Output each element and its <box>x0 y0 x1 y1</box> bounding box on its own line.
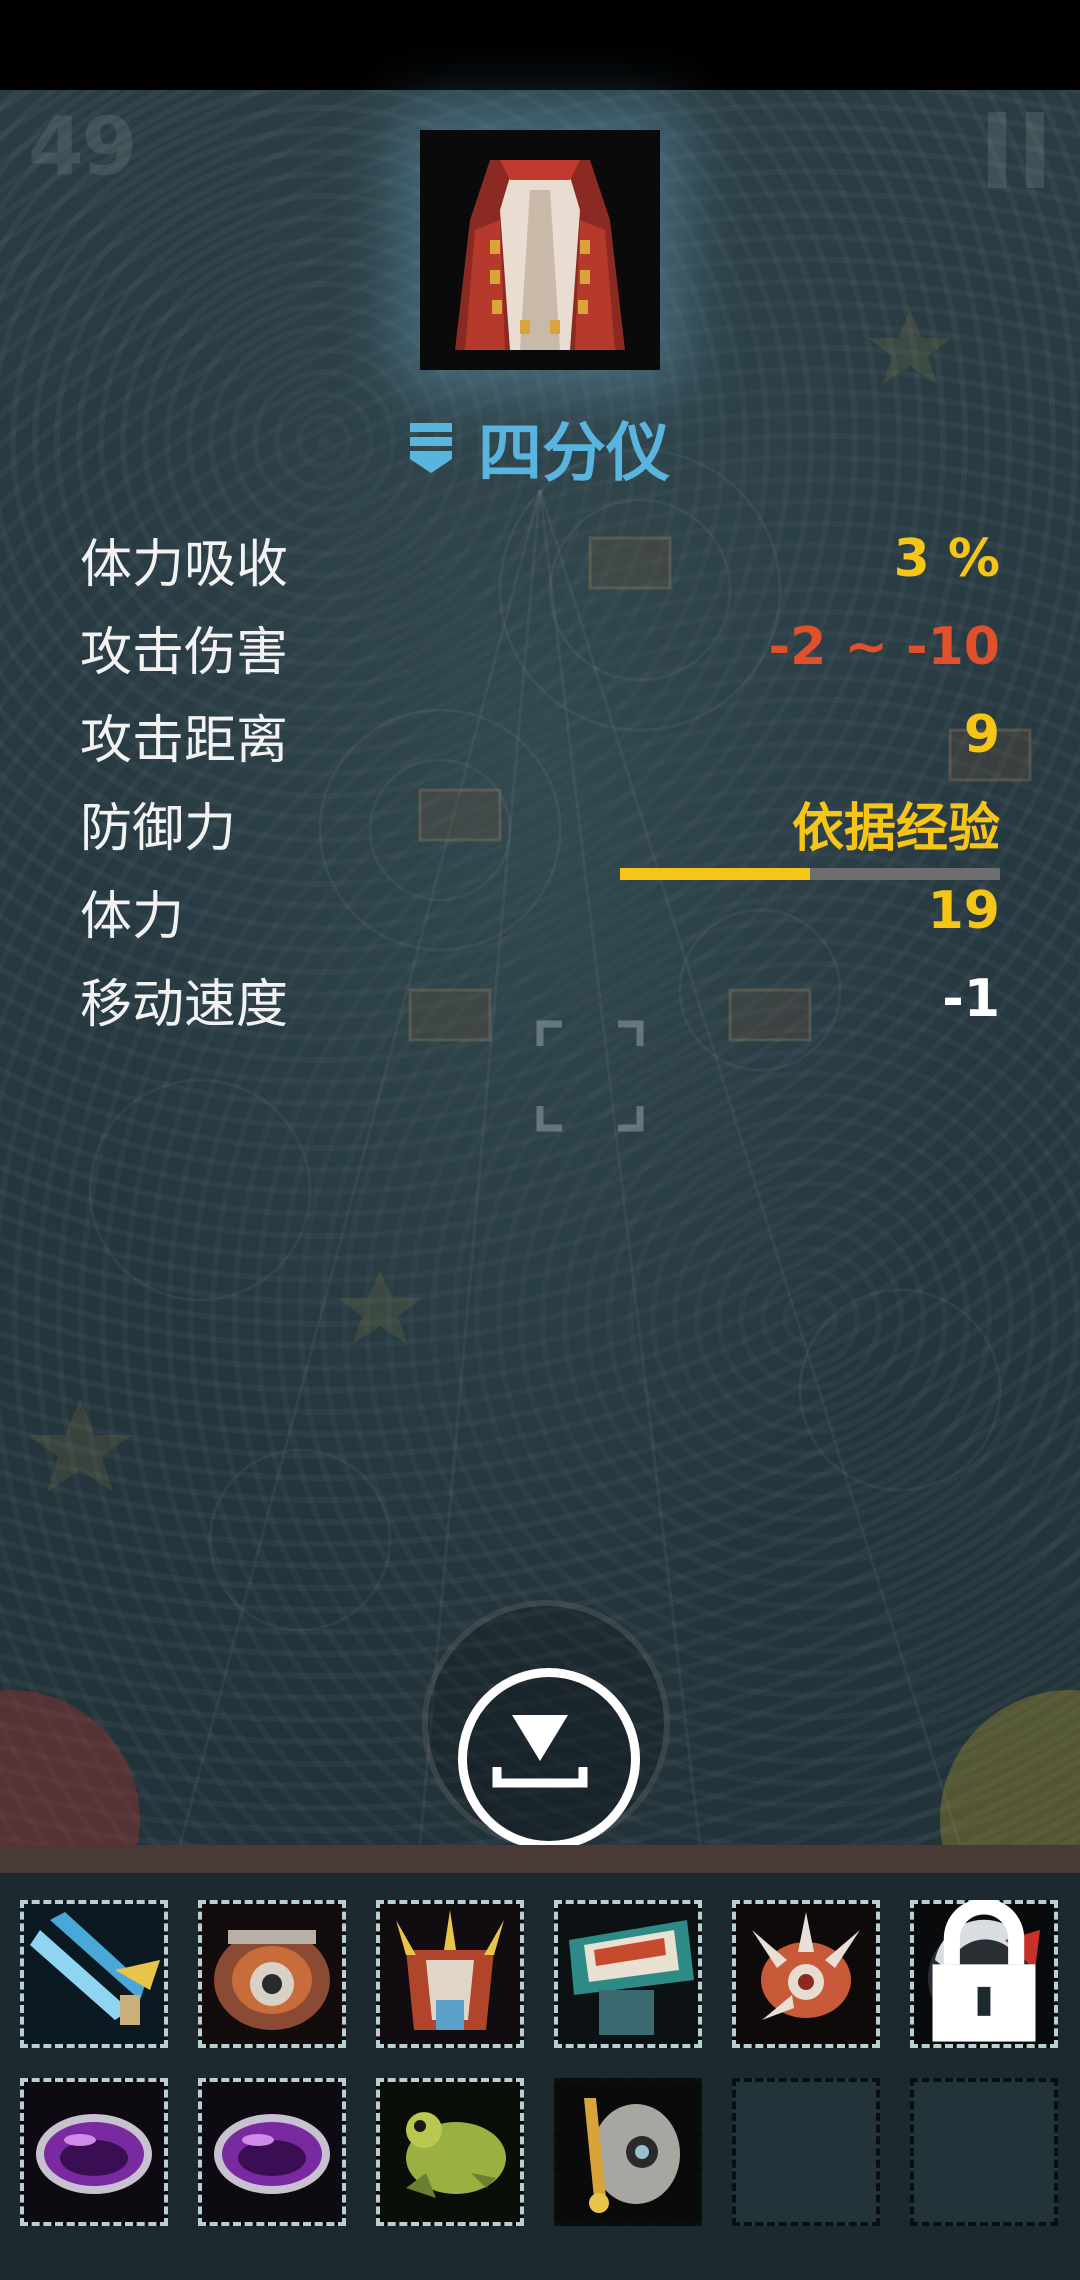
stat-label: 防御力 <box>80 798 237 859</box>
inventory-slot[interactable] <box>198 2078 346 2226</box>
spiked-helmet-icon <box>732 1900 880 2048</box>
red-white-robe-icon <box>420 130 660 370</box>
purple-ring-icon <box>20 2078 168 2226</box>
green-creature-icon <box>376 2078 524 2226</box>
stat-value: 依据经验 <box>791 798 1000 859</box>
stat-value: 9 <box>963 705 1000 765</box>
stat-label: 攻击距离 <box>80 710 289 771</box>
stat-row-attack-damage: 攻击伤害 -2 ~ -10 <box>80 603 1000 691</box>
purple-ring-icon <box>198 2078 346 2226</box>
teal-cloak-icon <box>554 1900 702 2048</box>
inventory-slot[interactable] <box>554 2078 702 2226</box>
stat-row-defense: 防御力 依据经验 <box>80 779 1000 880</box>
spiked-armor-icon <box>376 1900 524 2048</box>
target-bracket-icon <box>536 1020 644 1132</box>
status-bar <box>0 0 1080 90</box>
stat-label: 体力 <box>80 886 185 947</box>
item-title: 四分仪 <box>410 408 670 491</box>
inventory-slot[interactable] <box>910 1900 1058 2048</box>
inventory-slot[interactable] <box>20 1900 168 2048</box>
drop-item-icon <box>492 1715 588 1788</box>
stat-label: 移动速度 <box>80 974 289 1035</box>
inventory-slot-empty[interactable] <box>732 2078 880 2226</box>
inventory-slot[interactable] <box>376 1900 524 2048</box>
turn-counter: 49 <box>28 100 137 193</box>
stat-value: -2 ~ -10 <box>768 617 1001 677</box>
inventory-slot-empty[interactable] <box>910 2078 1058 2226</box>
stat-label: 体力吸收 <box>80 534 289 595</box>
pause-icon[interactable] <box>988 112 1044 188</box>
stat-row-life-steal: 体力吸收 3 % <box>80 515 1000 603</box>
skull-mask-icon <box>554 2078 702 2226</box>
lock-icon <box>932 1900 1036 2042</box>
inventory-slot[interactable] <box>198 1900 346 2048</box>
item-portrait <box>420 130 660 370</box>
stat-value: 19 <box>927 881 1000 941</box>
inventory-slot[interactable] <box>376 2078 524 2226</box>
bronze-gauntlet-icon <box>198 1900 346 2048</box>
item-stats: 体力吸收 3 % 攻击伤害 -2 ~ -10 攻击距离 9 防御力 依据经验 体… <box>80 515 1000 1043</box>
item-name: 四分仪 <box>478 417 670 491</box>
inventory-slot[interactable] <box>554 1900 702 2048</box>
stat-value: -1 <box>942 969 1000 1029</box>
inventory-slot[interactable] <box>732 1900 880 2048</box>
rank-chevron-icon <box>410 423 452 473</box>
inventory-panel <box>0 1873 1080 2280</box>
game-screen: 49 四分仪 体力吸收 3 % 攻击伤害 -2 ~ -10 攻击距离 9 防御力… <box>0 0 1080 2280</box>
stat-row-attack-range: 攻击距离 9 <box>80 691 1000 779</box>
stat-value: 3 % <box>893 529 1000 589</box>
stat-label: 攻击伤害 <box>80 622 289 683</box>
ice-blade-icon <box>20 1900 168 2048</box>
inventory-divider <box>0 1845 1080 1873</box>
inventory-slot[interactable] <box>20 2078 168 2226</box>
stat-row-health: 体力 19 <box>80 867 1000 955</box>
drop-item-button[interactable] <box>422 1600 670 1850</box>
